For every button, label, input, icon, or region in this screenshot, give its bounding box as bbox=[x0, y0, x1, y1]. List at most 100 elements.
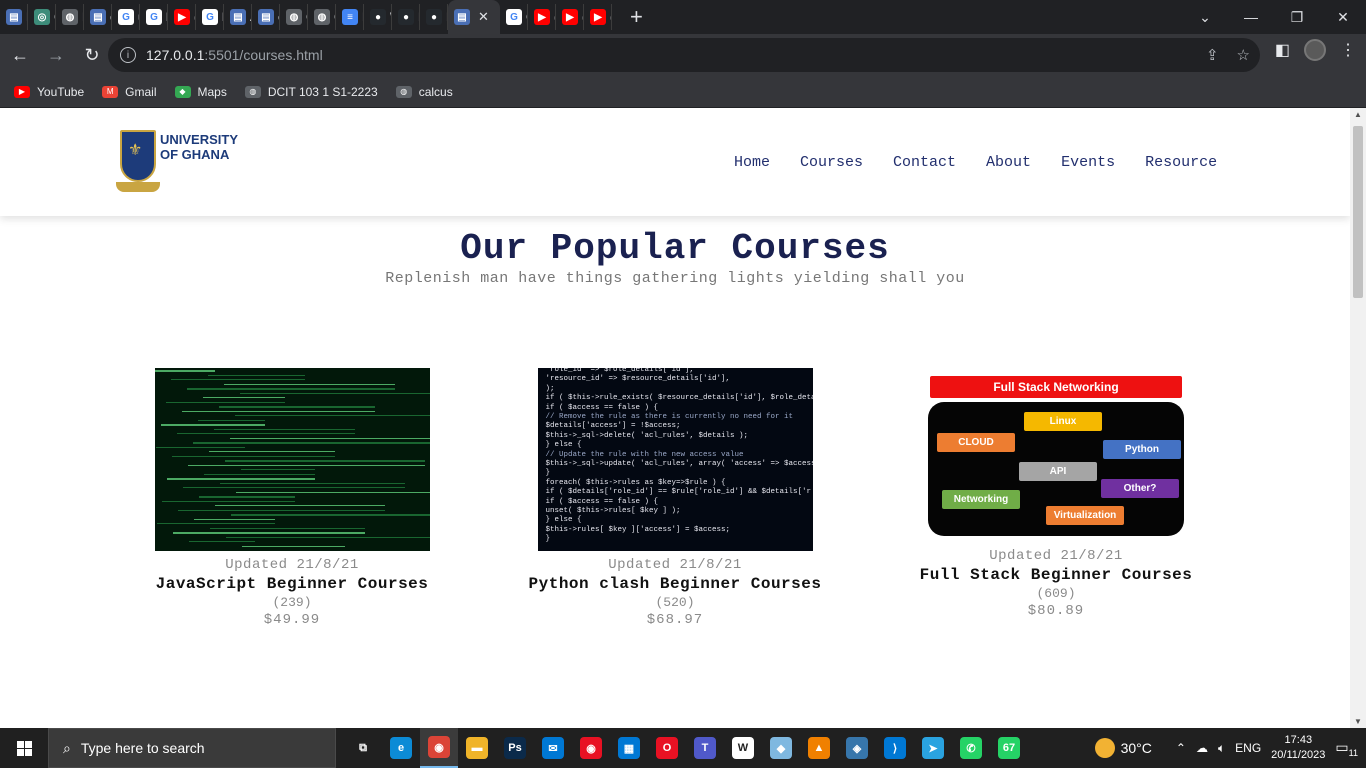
bookmark-item[interactable]: ▶ YouTube bbox=[14, 85, 84, 99]
course-card-fullstack[interactable]: Full Stack Networking Linux CLOUD Python… bbox=[906, 376, 1206, 619]
taskbar-app-app-w[interactable]: W bbox=[724, 728, 762, 768]
scrollbar-thumb[interactable] bbox=[1353, 126, 1363, 298]
tab-favicon-icon: ▶ bbox=[174, 9, 190, 25]
nav-contact[interactable]: Contact bbox=[893, 154, 956, 171]
course-card-javascript[interactable]: Updated 21/8/21 JavaScript Beginner Cour… bbox=[142, 368, 442, 628]
taskbar-app-telegram[interactable]: ➤ bbox=[914, 728, 952, 768]
browser-tab[interactable]: ◍ Cc bbox=[280, 4, 308, 30]
javascript-course-image[interactable] bbox=[154, 368, 430, 551]
university-logo[interactable]: ⚜ UNIVERSITY OF GHANA bbox=[116, 130, 238, 196]
taskbar-app-store[interactable]: ▦ bbox=[610, 728, 648, 768]
taskbar-app-mail[interactable]: ✉ bbox=[534, 728, 572, 768]
browser-tab[interactable]: ▤ Ev bbox=[0, 4, 28, 30]
browser-tab[interactable]: Glin bbox=[196, 4, 224, 30]
nav-about[interactable]: About bbox=[986, 154, 1031, 171]
taskbar-app-whatsapp[interactable]: ✆ bbox=[952, 728, 990, 768]
forward-button[interactable]: → bbox=[40, 39, 72, 71]
taskbar-app-file-explorer[interactable]: ▬ bbox=[458, 728, 496, 768]
browser-tab-active[interactable]: ▤ ✕ bbox=[448, 0, 500, 34]
scroll-down-icon[interactable]: ▼ bbox=[1354, 717, 1362, 726]
url-text[interactable]: 127.0.0.1:5501/courses.html bbox=[146, 47, 323, 63]
taskbar-app-photoshop[interactable]: Ps bbox=[496, 728, 534, 768]
browser-tab[interactable]: ▶ (2 bbox=[528, 4, 556, 30]
start-button[interactable] bbox=[0, 728, 48, 768]
code-line: $this->_sql->delete( 'acl_rules', $detai… bbox=[545, 431, 749, 440]
taskbar-search[interactable]: ⌕ Type here to search bbox=[48, 728, 336, 768]
bookmark-item[interactable]: ◆ Maps bbox=[174, 85, 227, 99]
taskbar-app-edge[interactable]: e bbox=[382, 728, 420, 768]
browser-tab[interactable]: ▶ (2 bbox=[168, 4, 196, 30]
browser-tab[interactable]: ▤ ed bbox=[252, 4, 280, 30]
taskbar-app-whatsapp-badge[interactable]: 67 bbox=[990, 728, 1028, 768]
bookmark-item[interactable]: ◍ calcus bbox=[395, 85, 453, 99]
vlc-icon: ▲ bbox=[808, 737, 830, 759]
onedrive-icon[interactable]: ☁ bbox=[1196, 741, 1208, 755]
tab-search-chevron-icon[interactable]: ⌄ bbox=[1182, 9, 1228, 26]
bookmark-item[interactable]: M Gmail bbox=[102, 85, 157, 99]
nav-home[interactable]: Home bbox=[734, 154, 770, 171]
taskbar-app-app-python[interactable]: ◈ bbox=[838, 728, 876, 768]
taskbar-app-vlc[interactable]: ▲ bbox=[800, 728, 838, 768]
taskbar-app-app-red[interactable]: ◉ bbox=[572, 728, 610, 768]
browser-tab[interactable]: G Gc bbox=[500, 4, 528, 30]
taskbar-app-teams[interactable]: T bbox=[686, 728, 724, 768]
bookmark-item[interactable]: ◍ DCIT 103 1 S1-2223 bbox=[244, 85, 378, 99]
reload-button[interactable]: ↻ bbox=[76, 39, 108, 71]
clock-time: 17:43 bbox=[1284, 734, 1313, 746]
notifications-icon[interactable]: ▭11 bbox=[1335, 739, 1358, 758]
taskbar-app-task-view[interactable]: ⧉ bbox=[344, 728, 382, 768]
fullstack-course-image[interactable]: Full Stack Networking Linux CLOUD Python… bbox=[928, 376, 1184, 542]
nav-resource[interactable]: Resource bbox=[1145, 154, 1217, 171]
course-name[interactable]: Full Stack Beginner Courses bbox=[906, 566, 1206, 584]
browser-tab[interactable]: ▤ ed bbox=[84, 4, 112, 30]
code-streak bbox=[192, 442, 430, 444]
profile-avatar[interactable] bbox=[1304, 39, 1326, 61]
menu-kebab-icon[interactable]: ⋮ bbox=[1340, 40, 1356, 60]
code-streak bbox=[188, 541, 255, 542]
clock[interactable]: 17:43 20/11/2023 bbox=[1271, 733, 1325, 763]
tab-title: Ev bbox=[26, 10, 27, 24]
course-name[interactable]: JavaScript Beginner Courses bbox=[142, 575, 442, 593]
close-window-button[interactable]: ✕ bbox=[1320, 9, 1366, 26]
language-indicator[interactable]: ENG bbox=[1235, 741, 1261, 755]
taskbar-app-vscode[interactable]: ⟩ bbox=[876, 728, 914, 768]
browser-tab[interactable]: ●W bbox=[364, 4, 392, 30]
new-tab-button[interactable]: + bbox=[630, 4, 643, 30]
nav-courses[interactable]: Courses bbox=[800, 154, 863, 171]
page-scrollbar[interactable]: ▲ ▼ bbox=[1350, 108, 1366, 728]
browser-tab[interactable]: Gug bbox=[112, 4, 140, 30]
browser-tab[interactable]: ≡ DC bbox=[336, 4, 364, 30]
browser-tab[interactable]: ● Pe bbox=[420, 4, 448, 30]
weather-widget[interactable]: 30°C bbox=[1094, 738, 1152, 758]
browser-tab[interactable]: ● De bbox=[392, 4, 420, 30]
minimize-button[interactable]: — bbox=[1228, 9, 1274, 25]
browser-tab[interactable]: ◍ Bl bbox=[56, 4, 84, 30]
python-course-image[interactable]: 'role_id' => $role_details['id'], 'resou… bbox=[537, 368, 813, 551]
volume-icon[interactable]: 🔈︎ bbox=[1218, 741, 1225, 756]
site-info-icon[interactable]: i bbox=[120, 47, 136, 63]
maximize-button[interactable]: ❐ bbox=[1274, 9, 1320, 26]
code-streak bbox=[241, 545, 345, 547]
bookmark-star-icon[interactable]: ☆ bbox=[1237, 46, 1250, 64]
url-path: :5501/courses.html bbox=[204, 47, 323, 63]
taskbar-app-app-blue[interactable]: ◆ bbox=[762, 728, 800, 768]
browser-tab[interactable]: ◍ CA bbox=[308, 4, 336, 30]
nav-events[interactable]: Events bbox=[1061, 154, 1115, 171]
back-button[interactable]: ← bbox=[4, 39, 36, 71]
browser-tab[interactable]: Gba bbox=[140, 4, 168, 30]
close-tab-icon[interactable]: ✕ bbox=[478, 9, 489, 25]
taskbar-app-opera[interactable]: O bbox=[648, 728, 686, 768]
tray-chevron-icon[interactable]: ⌃ bbox=[1176, 741, 1186, 755]
share-icon[interactable]: ⇪ bbox=[1206, 46, 1219, 64]
browser-tab[interactable]: ▶ (2 bbox=[556, 4, 584, 30]
course-card-python[interactable]: 'role_id' => $role_details['id'], 'resou… bbox=[514, 368, 836, 628]
taskbar-app-chrome[interactable]: ◉ bbox=[420, 728, 458, 768]
course-name[interactable]: Python clash Beginner Courses bbox=[514, 575, 836, 593]
browser-tab[interactable]: ◎ Ch bbox=[28, 4, 56, 30]
bookmark-favicon-icon: ▶ bbox=[14, 85, 30, 98]
browser-tab[interactable]: ▶ (2 bbox=[584, 4, 612, 30]
browser-tab[interactable]: ▤ Ab bbox=[224, 4, 252, 30]
address-bar[interactable]: i 127.0.0.1:5501/courses.html ⇪ ☆ bbox=[108, 38, 1260, 72]
scroll-up-icon[interactable]: ▲ bbox=[1354, 110, 1362, 119]
side-panel-icon[interactable]: ◧ bbox=[1275, 40, 1290, 60]
